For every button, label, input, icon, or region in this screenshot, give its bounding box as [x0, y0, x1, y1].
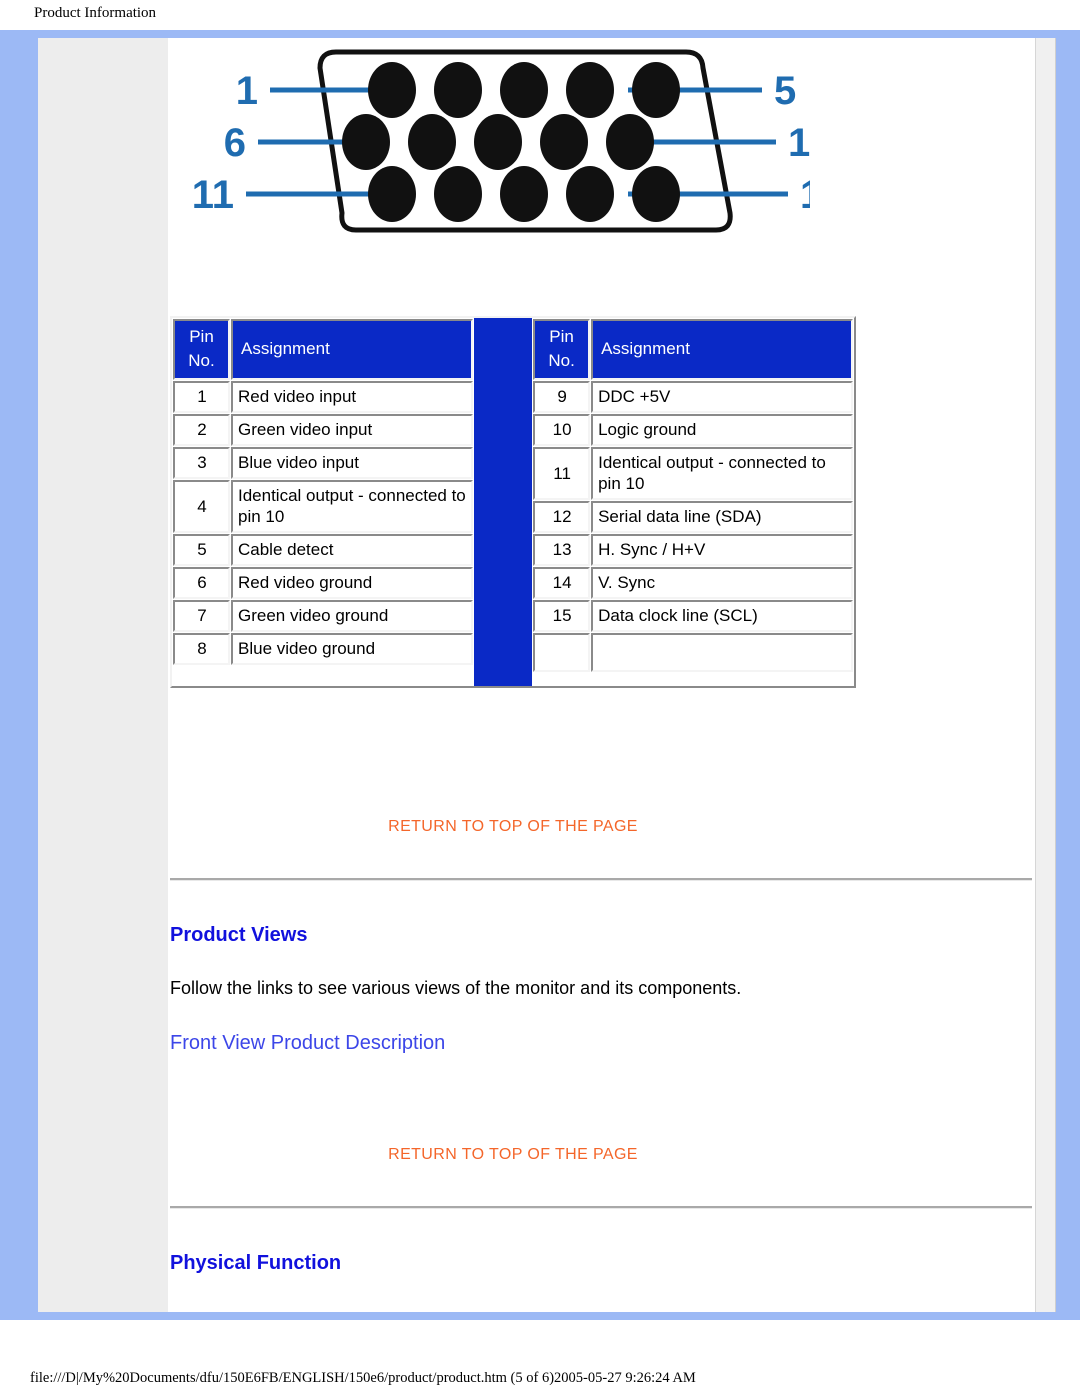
pin-label-1: 1	[236, 69, 258, 113]
table-row: 7 Green video ground	[173, 600, 473, 632]
cell-assignment: Blue video input	[231, 447, 473, 479]
cell-pin: 5	[173, 534, 230, 566]
column-header-pin-no: Pin No.	[173, 319, 230, 380]
section-divider-1	[170, 878, 1032, 881]
page-header: Product Information	[0, 0, 1080, 30]
cell-pin: 12	[533, 501, 591, 533]
return-to-top-link-2[interactable]: RETURN TO TOP OF THE PAGE	[170, 1146, 856, 1164]
cell-assignment: Red video input	[231, 381, 473, 413]
pin-label-11: 11	[192, 173, 234, 217]
section-heading-product-views: Product Views	[170, 924, 308, 946]
dsub-connector-diagram: 1 6 11 5 10 15	[170, 38, 810, 253]
cell-assignment: Identical output - connected to pin 10	[591, 447, 853, 500]
section-heading-physical-function: Physical Function	[170, 1252, 342, 1274]
pin-tables-outer: Pin No. Assignment 1 Red video input 2 G…	[170, 316, 856, 688]
cell-pin: 6	[173, 567, 230, 599]
cell-pin: 10	[533, 414, 591, 446]
product-views-description: Follow the links to see various views of…	[170, 978, 742, 998]
pin-no-line1: Pin	[189, 327, 214, 346]
cell-assignment: Blue video ground	[231, 633, 473, 665]
table-row: 8 Blue video ground	[173, 633, 473, 665]
pin-no-line2: No.	[188, 351, 215, 370]
table-row: 4 Identical output - connected to pin 10	[173, 480, 473, 533]
cell-pin: 13	[533, 534, 591, 566]
cell-assignment: Green video input	[231, 414, 473, 446]
cell-assignment: V. Sync	[591, 567, 853, 599]
cell-pin: 11	[533, 447, 591, 500]
scrollbar-strip[interactable]	[1035, 38, 1056, 1312]
page-footer-path: file:///D|/My%20Documents/dfu/150E6FB/EN…	[0, 1356, 1080, 1397]
table-row: 1 Red video input	[173, 381, 473, 413]
cell-pin: 4	[173, 480, 230, 533]
document-body: 1 6 11 5 10 15	[168, 38, 1035, 1312]
cell-assignment: Green video ground	[231, 600, 473, 632]
column-header-pin-no: Pin No.	[533, 319, 591, 380]
left-nav-column	[38, 38, 168, 1312]
pin-label-10: 10	[788, 121, 810, 165]
cell-assignment: Serial data line (SDA)	[591, 501, 853, 533]
cell-assignment: Red video ground	[231, 567, 473, 599]
table-row: 12 Serial data line (SDA)	[533, 501, 853, 533]
cell-pin	[533, 633, 591, 672]
pin-no-line2: No.	[548, 351, 575, 370]
pin-no-line1: Pin	[549, 327, 574, 346]
cell-pin: 15	[533, 600, 591, 632]
cell-pin: 8	[173, 633, 230, 665]
return-to-top-link-1[interactable]: RETURN TO TOP OF THE PAGE	[170, 818, 856, 836]
table-row: 14 V. Sync	[533, 567, 853, 599]
table-row: 15 Data clock line (SCL)	[533, 600, 853, 632]
table-divider	[473, 318, 533, 686]
cell-pin: 2	[173, 414, 230, 446]
cell-assignment	[591, 633, 853, 672]
table-row	[533, 633, 853, 672]
table-header-row: Pin No. Assignment	[533, 319, 853, 380]
cell-pin: 1	[173, 381, 230, 413]
content-column: 1 6 11 5 10 15	[168, 38, 1035, 1312]
table-row: 5 Cable detect	[173, 534, 473, 566]
cell-pin: 9	[533, 381, 591, 413]
table-row: 13 H. Sync / H+V	[533, 534, 853, 566]
cell-pin: 3	[173, 447, 230, 479]
cell-assignment: H. Sync / H+V	[591, 534, 853, 566]
pin-assignment-tables: Pin No. Assignment 1 Red video input 2 G…	[170, 316, 860, 688]
table-row: 6 Red video ground	[173, 567, 473, 599]
cell-pin: 7	[173, 600, 230, 632]
cell-pin: 14	[533, 567, 591, 599]
column-header-assignment: Assignment	[591, 319, 853, 380]
divider-bar	[473, 318, 532, 686]
table-row: 11 Identical output - connected to pin 1…	[533, 447, 853, 500]
table-row: 10 Logic ground	[533, 414, 853, 446]
table-row: 3 Blue video input	[173, 447, 473, 479]
table-row: 9 DDC +5V	[533, 381, 853, 413]
table-header-row: Pin No. Assignment	[173, 319, 473, 380]
cell-assignment: Logic ground	[591, 414, 853, 446]
cell-assignment: DDC +5V	[591, 381, 853, 413]
pin-table-left: Pin No. Assignment 1 Red video input 2 G…	[172, 318, 474, 666]
cell-assignment: Cable detect	[231, 534, 473, 566]
pin-label-5: 5	[774, 69, 796, 113]
cell-assignment: Data clock line (SCL)	[591, 600, 853, 632]
page-frame: 1 6 11 5 10 15	[0, 30, 1080, 1320]
column-header-assignment: Assignment	[231, 319, 473, 380]
front-view-product-description-link[interactable]: Front View Product Description	[170, 1032, 445, 1055]
section-divider-2	[170, 1206, 1032, 1209]
pin-label-6: 6	[224, 121, 246, 165]
pin-table-right: Pin No. Assignment 9 DDC +5V 10 Logic gr…	[532, 318, 854, 673]
table-row: 2 Green video input	[173, 414, 473, 446]
pin-label-15: 15	[800, 173, 810, 217]
cell-assignment: Identical output - connected to pin 10	[231, 480, 473, 533]
